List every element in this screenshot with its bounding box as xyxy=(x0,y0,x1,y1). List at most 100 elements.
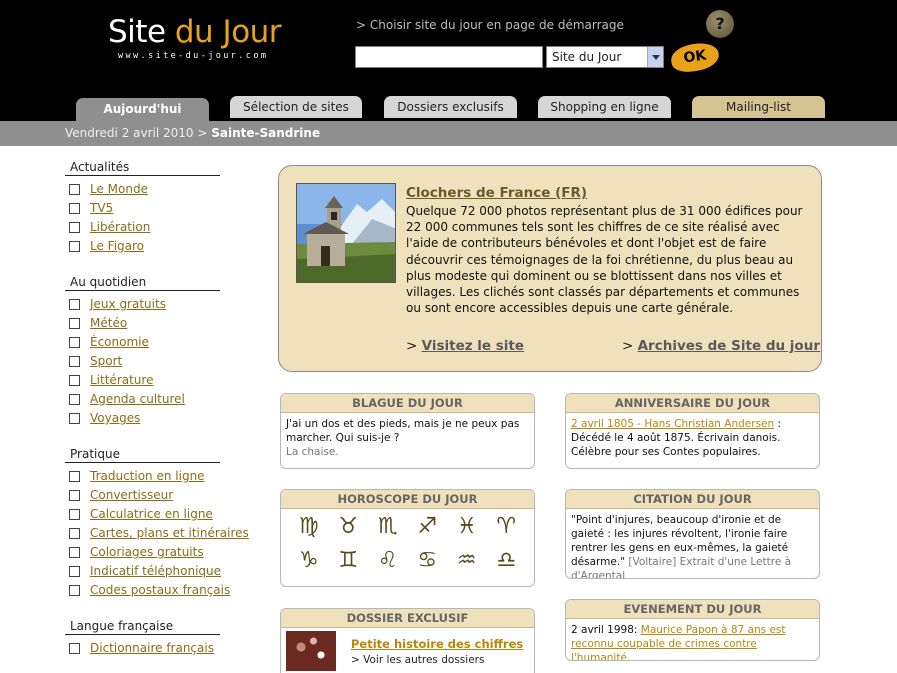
logo-title-accent: du Jour xyxy=(174,14,282,50)
blague-box: BLAGUE DU JOUR J'ai un dos et des pieds,… xyxy=(280,393,535,469)
sidebar-item-convertisseur[interactable]: Convertisseur xyxy=(65,486,220,505)
sidebar-item-label[interactable]: Littérature xyxy=(90,373,153,387)
site-logo[interactable]: Site du Jour www.site-du-jour.com xyxy=(108,14,318,61)
sidebar-item-label[interactable]: Voyages xyxy=(90,411,140,425)
sidebar-item-label[interactable]: Météo xyxy=(90,316,127,330)
dossier-image[interactable] xyxy=(286,631,336,671)
sidebar-item-label[interactable]: Calculatrice en ligne xyxy=(90,507,213,521)
capricorn-icon[interactable]: ♑ xyxy=(296,549,322,573)
taurus-icon[interactable]: ♉ xyxy=(335,515,361,539)
sidebar-item-label[interactable]: Économie xyxy=(90,335,149,349)
sidebar-item-le-monde[interactable]: Le Monde xyxy=(65,180,220,199)
sidebar-item-label[interactable]: Dictionnaire français xyxy=(90,641,214,655)
sidebar-item-label[interactable]: Le Monde xyxy=(90,182,148,196)
checkbox[interactable] xyxy=(69,203,80,214)
visit-site-link[interactable]: > Visitez le site xyxy=(406,338,524,354)
sidebar-item-calculatrice[interactable]: Calculatrice en ligne xyxy=(65,505,220,524)
sidebar-item-label[interactable]: Cartes, plans et itinéraires xyxy=(90,526,249,540)
sidebar-item-label[interactable]: Traduction en ligne xyxy=(90,469,205,483)
checkbox[interactable] xyxy=(69,528,80,539)
checkbox[interactable] xyxy=(69,222,80,233)
tab-shopping-en-ligne[interactable]: Shopping en ligne xyxy=(538,96,671,118)
leo-icon[interactable]: ♌ xyxy=(375,549,401,573)
featured-title[interactable]: Clochers de France (FR) xyxy=(406,185,587,201)
chevron-down-icon[interactable] xyxy=(647,47,663,67)
checkbox[interactable] xyxy=(69,356,80,367)
sidebar-item-label[interactable]: Libération xyxy=(90,220,150,234)
checkbox[interactable] xyxy=(69,509,80,520)
sidebar-item-voyages[interactable]: Voyages xyxy=(65,409,220,428)
sagittarius-icon[interactable]: ♐ xyxy=(414,515,440,539)
sidebar-item-indicatif[interactable]: Indicatif téléphonique xyxy=(65,562,221,581)
cancer-icon[interactable]: ♋ xyxy=(414,549,440,573)
tab-selection-de-sites[interactable]: Sélection de sites xyxy=(230,96,362,118)
sidebar-item-le-figaro[interactable]: Le Figaro xyxy=(65,237,220,256)
checkbox[interactable] xyxy=(69,337,80,348)
aries-icon[interactable]: ♈ xyxy=(493,515,519,539)
sidebar-item-coloriages[interactable]: Coloriages gratuits xyxy=(65,543,220,562)
tab-aujourdhui[interactable]: Aujourd'hui xyxy=(76,98,209,121)
sidebar-item-label[interactable]: Coloriages gratuits xyxy=(90,545,204,559)
archives-label[interactable]: Archives de Site du jour xyxy=(638,338,820,354)
pisces-icon[interactable]: ♓ xyxy=(454,515,480,539)
checkbox[interactable] xyxy=(69,471,80,482)
checkbox[interactable] xyxy=(69,375,80,386)
sidebar-item-jeux-gratuits[interactable]: Jeux gratuits xyxy=(65,295,220,314)
checkbox[interactable] xyxy=(69,490,80,501)
aquarius-icon[interactable]: ♒ xyxy=(454,549,480,573)
sidebar-section-langue: Langue française Dictionnaire français xyxy=(65,619,220,658)
checkbox[interactable] xyxy=(69,318,80,329)
ok-button[interactable]: OK xyxy=(669,40,721,75)
anniversary-link[interactable]: 2 avril 1805 - Hans Christian Andersen xyxy=(571,418,774,430)
checkbox[interactable] xyxy=(69,184,80,195)
gemini-icon[interactable]: ♊ xyxy=(335,549,361,573)
checkbox[interactable] xyxy=(69,241,80,252)
virgo-icon[interactable]: ♍ xyxy=(296,515,322,539)
checkbox[interactable] xyxy=(69,643,80,654)
sidebar-item-cartes[interactable]: Cartes, plans et itinéraires xyxy=(65,524,249,543)
saint-of-day: Sainte-Sandrine xyxy=(211,126,321,140)
date-bar: Vendredi 2 avril 2010 > Sainte-Sandrine xyxy=(0,121,897,146)
checkbox[interactable] xyxy=(69,547,80,558)
sidebar-section-title: Langue française xyxy=(65,619,220,635)
sidebar-item-dictionnaire[interactable]: Dictionnaire français xyxy=(65,639,220,658)
start-page-link[interactable]: > Choisir site du jour en page de démarr… xyxy=(356,18,624,32)
sidebar-item-codes-postaux[interactable]: Codes postaux français xyxy=(65,581,230,600)
checkbox[interactable] xyxy=(69,413,80,424)
evenement-box: EVENEMENT DU JOUR 2 avril 1998: Maurice … xyxy=(565,599,820,661)
checkbox[interactable] xyxy=(69,299,80,310)
header-bar: Site du Jour www.site-du-jour.com > Choi… xyxy=(0,0,897,121)
sidebar-item-litterature[interactable]: Littérature xyxy=(65,371,220,390)
archives-link[interactable]: > Archives de Site du jour xyxy=(622,338,820,354)
help-icon[interactable]: ? xyxy=(706,10,734,38)
sidebar-item-tv5[interactable]: TV5 xyxy=(65,199,220,218)
checkbox[interactable] xyxy=(69,585,80,596)
sidebar-item-label[interactable]: Convertisseur xyxy=(90,488,173,502)
sidebar-item-label[interactable]: Le Figaro xyxy=(90,239,144,253)
sidebar-item-traduction[interactable]: Traduction en ligne xyxy=(65,467,220,486)
visit-site-label[interactable]: Visitez le site xyxy=(422,338,524,354)
tab-dossiers-exclusifs[interactable]: Dossiers exclusifs xyxy=(384,96,517,118)
sidebar-item-label[interactable]: Agenda culturel xyxy=(90,392,185,406)
sidebar-item-economie[interactable]: Économie xyxy=(65,333,220,352)
checkbox[interactable] xyxy=(69,394,80,405)
tab-mailing-list[interactable]: Mailing-list xyxy=(692,96,825,118)
site-select[interactable]: Site du Jour xyxy=(546,46,664,68)
sidebar-item-label[interactable]: Indicatif téléphonique xyxy=(90,564,221,578)
more-dossiers-link[interactable]: > Voir les autres dossiers xyxy=(351,654,484,666)
dossier-link[interactable]: Petite histoire des chiffres xyxy=(351,637,523,651)
search-input[interactable] xyxy=(355,46,543,68)
sidebar-item-agenda-culturel[interactable]: Agenda culturel xyxy=(65,390,220,409)
sidebar-item-label[interactable]: Codes postaux français xyxy=(90,583,230,597)
sidebar-item-label[interactable]: TV5 xyxy=(90,201,113,215)
checkbox[interactable] xyxy=(69,566,80,577)
sidebar-item-label[interactable]: Jeux gratuits xyxy=(90,297,166,311)
sidebar-item-liberation[interactable]: Libération xyxy=(65,218,220,237)
featured-image[interactable] xyxy=(296,183,396,283)
sidebar-item-label[interactable]: Sport xyxy=(90,354,122,368)
scorpio-icon[interactable]: ♏ xyxy=(375,515,401,539)
sidebar-item-meteo[interactable]: Météo xyxy=(65,314,220,333)
libra-icon[interactable]: ♎ xyxy=(493,549,519,573)
sidebar-section-au-quotidien: Au quotidien Jeux gratuits Météo Économi… xyxy=(65,275,220,428)
sidebar-item-sport[interactable]: Sport xyxy=(65,352,220,371)
